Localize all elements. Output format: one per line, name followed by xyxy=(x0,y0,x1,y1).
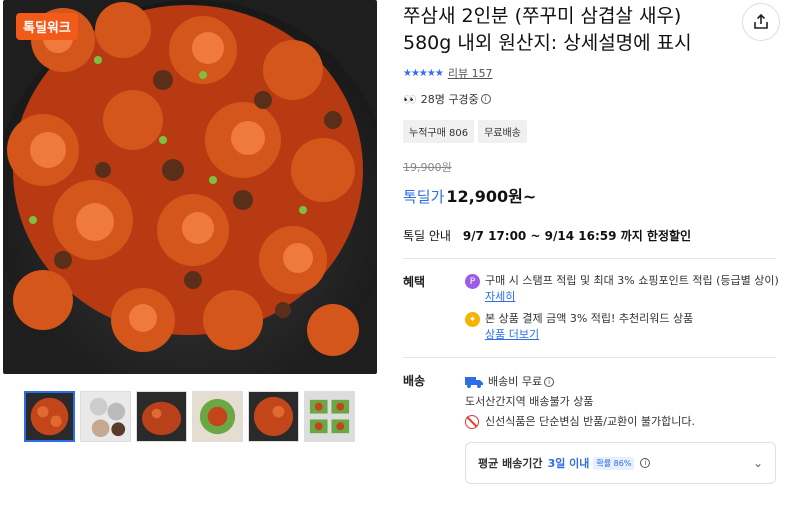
tag-free-shipping: 무료배송 xyxy=(478,120,527,143)
benefit-section: 혜택 P 구매 시 스탬프 적립 및 최대 3% 쇼핑포인트 적립 (등급별 상… xyxy=(403,273,783,349)
fresh-food-notice: 신선식품은 단순변심 반품/교환이 불가합니다. xyxy=(465,412,783,432)
price-row: 톡딜가 12,900원~ xyxy=(403,183,783,207)
tag-purchase-count: 누적구매 806 xyxy=(403,120,475,143)
share-button[interactable] xyxy=(742,3,780,41)
product-page: 톡딜워크 쭈삼새 2인분 (쭈꾸미 삼겹살 새우) 580g 내외 원산지: 상… xyxy=(0,0,800,506)
probability-badge: 확률 86% xyxy=(593,456,635,470)
benefit-label: 혜택 xyxy=(403,275,426,289)
thumbnail-5[interactable] xyxy=(248,391,299,442)
benefit-reward: ✦ 본 상품 결제 금액 3% 적립! 추천리워드 상품 상품 더보기 xyxy=(465,311,783,343)
product-tags: 누적구매 806 무료배송 xyxy=(403,120,783,143)
delivery-estimate-dropdown[interactable]: 평균 배송기간 3일 이내 확률 86% i ⌄ xyxy=(465,442,776,484)
rating-row: ★★★★★ 리뷰 157 xyxy=(403,65,783,81)
price-label: 톡딜가 xyxy=(403,188,445,206)
shipping-fee-row: 배송비 무료 i xyxy=(465,372,783,392)
review-link[interactable]: 리뷰 157 xyxy=(448,65,493,81)
prohibited-icon xyxy=(465,415,479,429)
deal-info: 톡딜 안내 9/7 17:00 ~ 9/14 16:59 까지 한정할인 xyxy=(403,227,783,244)
point-icon: P xyxy=(465,274,480,289)
original-price: 19,900원 xyxy=(403,161,452,174)
chevron-down-icon: ⌄ xyxy=(752,456,763,470)
fresh-food-text: 신선식품은 단순변심 반품/교환이 불가합니다. xyxy=(485,415,695,428)
avg-delivery-label: 평균 배송기간 xyxy=(478,457,543,470)
info-icon[interactable]: i xyxy=(480,94,491,104)
thumbnail-strip xyxy=(24,391,355,442)
watchers-count: 28명 구경중 xyxy=(420,93,479,106)
share-icon xyxy=(754,13,768,29)
info-icon[interactable]: i xyxy=(544,377,555,387)
watchers-row: 👀 28명 구경중 i xyxy=(403,91,783,107)
eyes-icon: 👀 xyxy=(403,92,417,106)
product-info: 쭈삼새 2인분 (쭈꾸미 삼겹살 새우) 580g 내외 원산지: 상세설명에 … xyxy=(403,0,783,484)
truck-icon xyxy=(465,377,483,388)
shipping-label: 배송 xyxy=(403,374,426,388)
divider xyxy=(403,258,776,259)
divider xyxy=(403,357,776,358)
more-products-link[interactable]: 상품 더보기 xyxy=(485,328,539,341)
avg-delivery-days: 3일 이내 xyxy=(547,457,590,470)
coin-icon: ✦ xyxy=(465,312,480,327)
benefit-text-2: 본 상품 결제 금액 3% 적립! 추천리워드 상품 xyxy=(485,312,694,325)
thumbnail-6[interactable] xyxy=(304,391,355,442)
star-rating: ★★★★★ xyxy=(403,67,444,79)
main-product-image[interactable]: 톡딜워크 xyxy=(3,0,377,374)
deal-label: 톡딜 안내 xyxy=(403,229,451,243)
deal-period: 9/7 17:00 ~ 9/14 16:59 까지 한정할인 xyxy=(462,229,692,243)
thumbnail-4[interactable] xyxy=(192,391,243,442)
thumbnail-2[interactable] xyxy=(80,391,131,442)
thumbnail-1[interactable] xyxy=(24,391,75,442)
details-link[interactable]: 자세히 xyxy=(485,290,515,303)
shipping-fee: 배송비 무료 xyxy=(488,375,543,388)
benefit-stamp: P 구매 시 스탬프 적립 및 최대 3% 쇼핑포인트 적립 (등급별 상이) … xyxy=(465,273,783,305)
shipping-note: 도서산간지역 배송불가 상품 xyxy=(465,395,594,408)
sale-price: 12,900원~ xyxy=(446,187,537,206)
info-icon[interactable]: i xyxy=(640,458,651,468)
shipping-section: 배송 배송비 무료 i 도서산간지역 배송불가 상품 신선식품은 단순변심 반품… xyxy=(403,372,783,484)
benefit-text-1: 구매 시 스탬프 적립 및 최대 3% 쇼핑포인트 적립 (등급별 상이) xyxy=(485,274,779,287)
thumbnail-3[interactable] xyxy=(136,391,187,442)
product-title: 쭈삼새 2인분 (쭈꾸미 삼겹살 새우) 580g 내외 원산지: 상세설명에 … xyxy=(403,5,692,54)
deal-badge: 톡딜워크 xyxy=(16,13,78,40)
